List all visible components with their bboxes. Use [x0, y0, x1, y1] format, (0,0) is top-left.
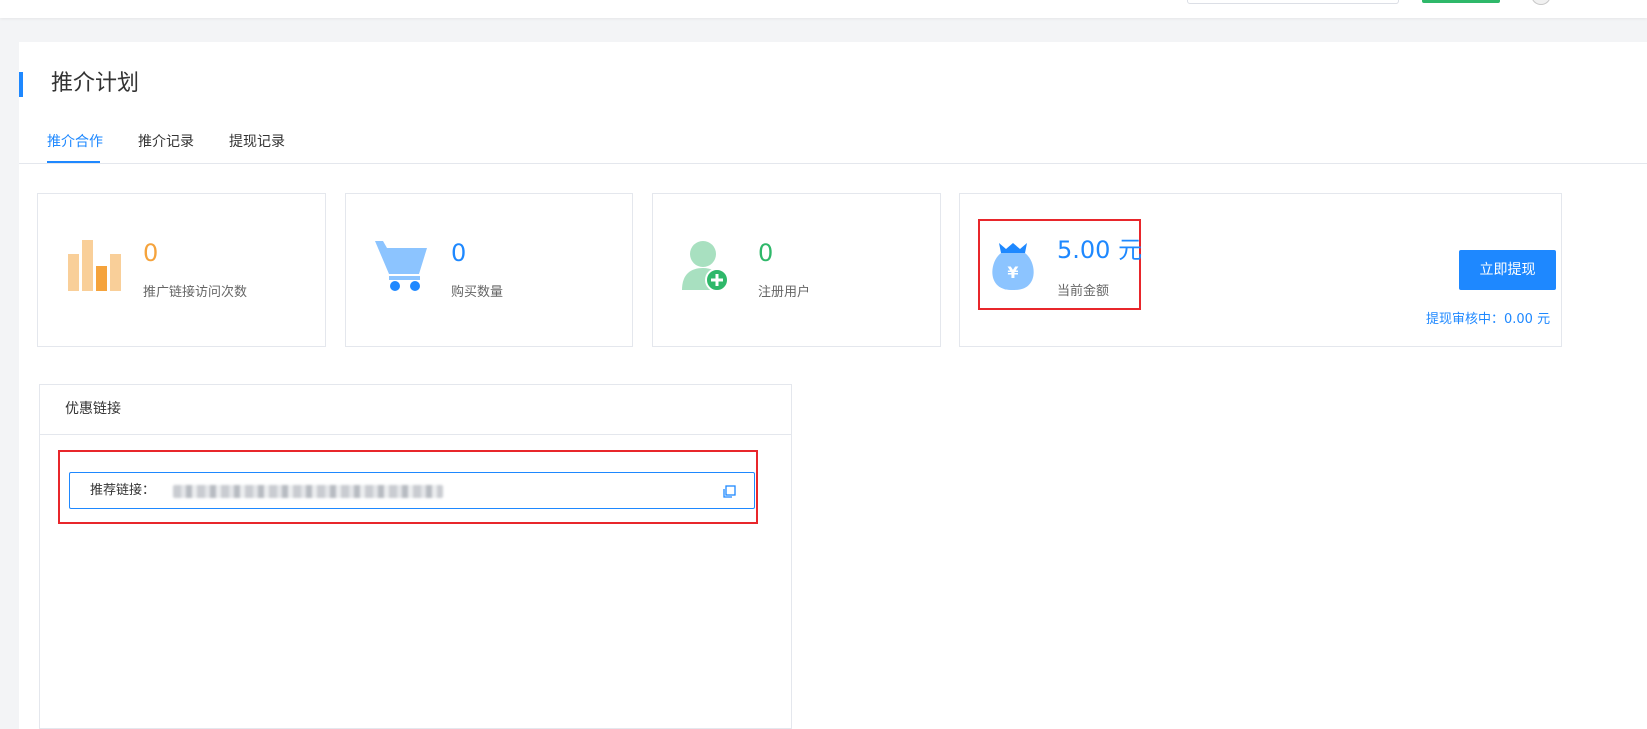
referral-link-label: 推荐链接：	[90, 483, 156, 498]
tab-referral-records[interactable]: 推介记录	[138, 130, 194, 154]
cart-icon	[373, 238, 429, 296]
title-accent-bar	[19, 72, 23, 97]
visits-label: 推广链接访问次数	[143, 285, 248, 300]
balance-label: 当前金额	[1057, 284, 1110, 299]
withdraw-now-button[interactable]: 立即提现	[1459, 250, 1556, 290]
tab-referral-cooperation[interactable]: 推介合作	[47, 130, 103, 154]
tab-bar: 推介合作 推介记录 提现记录	[19, 130, 1647, 164]
stat-card-registered-users: 0 注册用户	[652, 193, 941, 347]
bar-chart-icon	[68, 240, 122, 296]
top-header	[0, 0, 1647, 18]
stat-card-visits: 0 推广链接访问次数	[37, 193, 326, 347]
pending-withdraw-text: 提现审核中：0.00 元	[1426, 312, 1551, 327]
page-title: 推介计划	[51, 71, 140, 96]
main-panel: 推介计划 推介合作 推介记录 提现记录 0 推广链接访问次数 0 购买数量 0 …	[19, 42, 1647, 729]
referral-link-field[interactable]: 推荐链接：	[69, 472, 755, 509]
registered-count: 0	[758, 239, 774, 267]
avatar[interactable]	[1531, 0, 1551, 5]
tab-withdraw-records[interactable]: 提现记录	[229, 130, 285, 154]
stat-card-purchases: 0 购买数量	[345, 193, 633, 347]
balance-amount: 5.00 元	[1057, 236, 1143, 264]
purchases-count: 0	[451, 239, 467, 267]
active-tab-indicator	[47, 161, 100, 163]
discount-panel-title: 优惠链接	[65, 401, 121, 417]
registered-label: 注册用户	[758, 285, 811, 300]
visits-count: 0	[143, 239, 159, 267]
discount-link-panel: 优惠链接 推荐链接：	[39, 384, 792, 729]
copy-icon[interactable]	[722, 484, 736, 498]
discount-panel-header: 优惠链接	[40, 385, 791, 435]
svg-text:¥: ¥	[1007, 263, 1018, 282]
money-bag-icon: ¥	[989, 240, 1037, 296]
referral-link-url-redacted	[173, 485, 443, 498]
stat-card-balance: ¥ 5.00 元 当前金额 立即提现 提现审核中：0.00 元	[959, 193, 1562, 347]
header-search-input[interactable]	[1187, 0, 1399, 4]
add-user-icon	[681, 240, 729, 296]
purchases-label: 购买数量	[451, 285, 504, 300]
header-action-button[interactable]	[1422, 0, 1500, 3]
